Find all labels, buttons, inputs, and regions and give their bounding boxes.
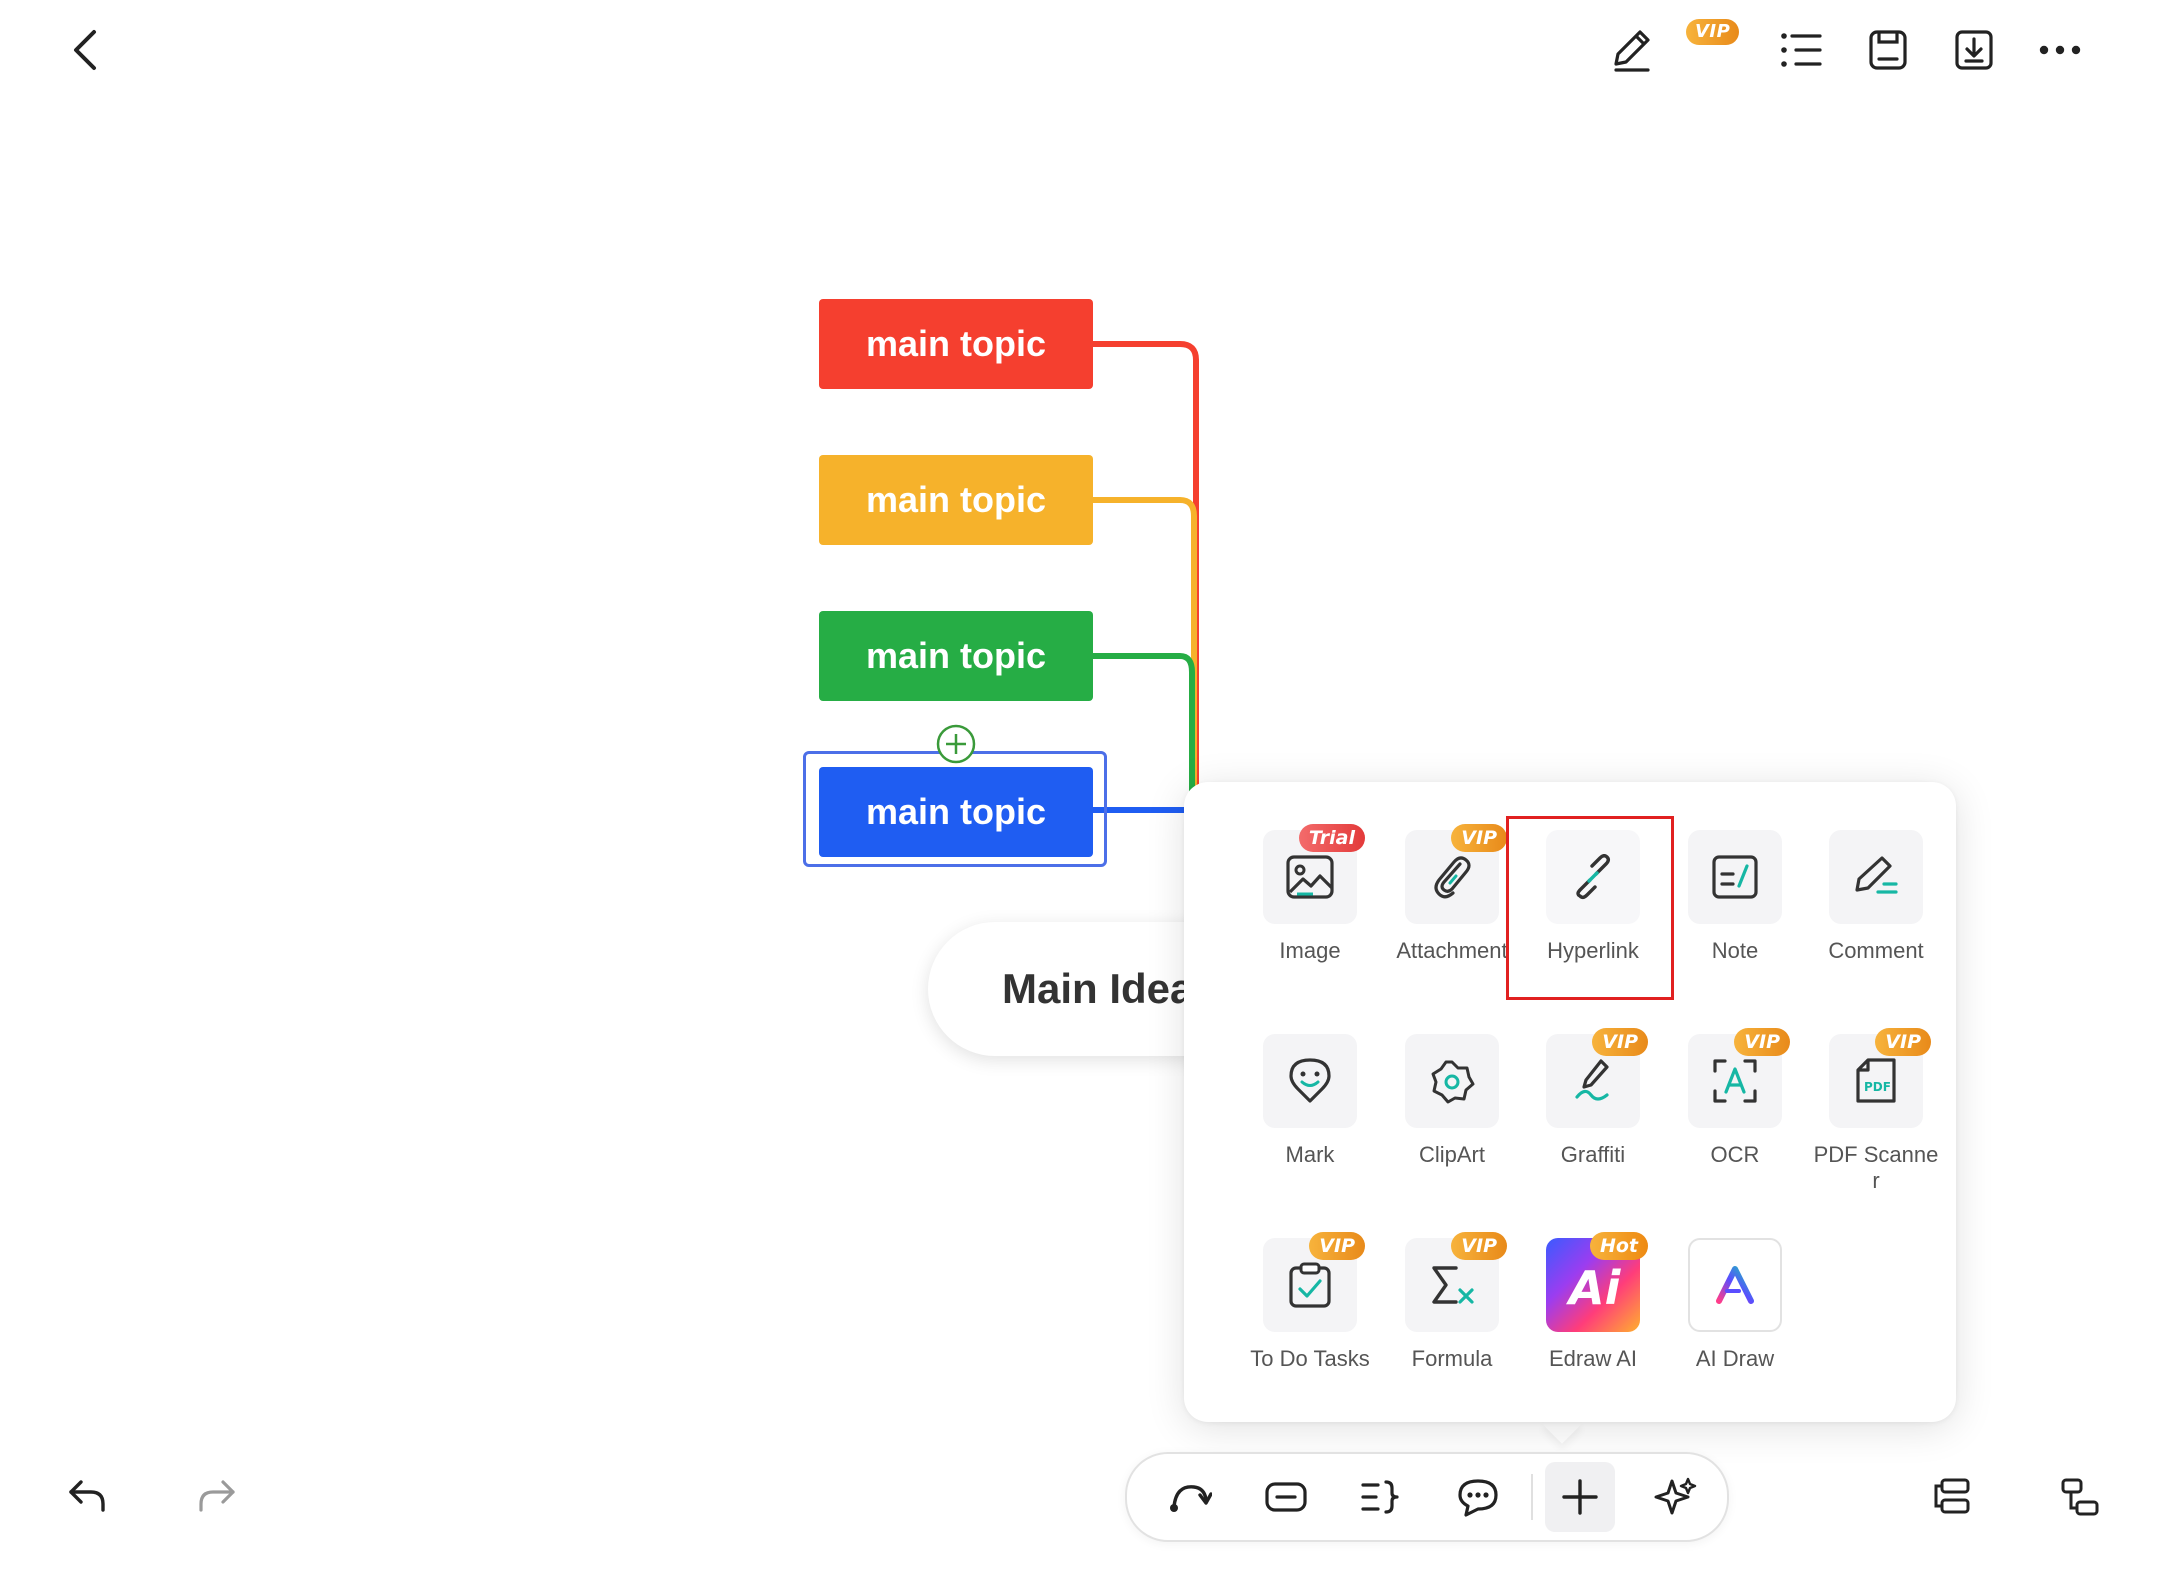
insert-edraw-ai[interactable]: Ai Hot Edraw AI	[1523, 1232, 1663, 1372]
vip-badge: VIP	[1451, 824, 1507, 852]
vip-badge: VIP	[1875, 1028, 1931, 1056]
tile-label: Graffiti	[1560, 1142, 1626, 1167]
add-subtopic-icon[interactable]	[935, 723, 977, 765]
insert-ocr[interactable]: VIP OCR	[1665, 1028, 1805, 1168]
tile-label: Image	[1279, 938, 1341, 963]
undo-icon[interactable]	[60, 1468, 116, 1524]
ocr-icon	[1711, 1057, 1759, 1105]
vip-badge: VIP	[1734, 1028, 1790, 1056]
comment-pen-icon	[1852, 854, 1900, 900]
topic-label: main topic	[865, 791, 1047, 832]
structure-icon[interactable]	[2052, 1468, 2108, 1524]
bottom-toolbar	[1125, 1452, 1729, 1542]
summary-icon[interactable]	[1347, 1462, 1417, 1532]
insert-image[interactable]: Trial Image	[1240, 824, 1380, 964]
main-topic-yellow[interactable]: main topic	[819, 455, 1093, 545]
central-topic-label: Main Idea	[1002, 965, 1194, 1012]
insert-clipart[interactable]: ClipArt	[1382, 1034, 1522, 1168]
topic-label: main topic	[865, 323, 1047, 364]
relationship-icon[interactable]	[1155, 1462, 1225, 1532]
note-icon	[1711, 854, 1759, 900]
tile-label: ClipArt	[1418, 1142, 1485, 1167]
insert-graffiti[interactable]: VIP Graffiti	[1523, 1028, 1663, 1168]
insert-icon[interactable]	[1545, 1462, 1615, 1532]
insert-todo-tasks[interactable]: VIP To Do Tasks	[1240, 1232, 1380, 1372]
tile-label: Comment	[1828, 938, 1924, 963]
toolbar-divider	[1531, 1474, 1533, 1520]
ai-draw-icon	[1713, 1263, 1757, 1307]
svg-text:Ai: Ai	[1566, 1261, 1622, 1310]
vip-badge: VIP	[1309, 1232, 1365, 1260]
trial-badge: Trial	[1298, 824, 1365, 852]
graffiti-icon	[1571, 1057, 1615, 1105]
insert-ai-draw[interactable]: AI Draw	[1665, 1238, 1805, 1372]
tile-label: Note	[1711, 938, 1759, 963]
topic-label: main topic	[865, 479, 1047, 520]
formula-icon	[1428, 1262, 1476, 1308]
insert-attachment[interactable]: VIP Attachment	[1382, 824, 1522, 964]
insert-pdf-scanner[interactable]: PDF VIP PDF Scanner	[1806, 1028, 1946, 1194]
main-topic-green[interactable]: main topic	[819, 611, 1093, 701]
pdf-icon: PDF	[1854, 1057, 1898, 1105]
highlight-box	[1506, 816, 1674, 1000]
main-topic-blue-selected[interactable]: main topic	[819, 767, 1093, 857]
vip-badge: VIP	[1592, 1028, 1648, 1056]
topic-icon[interactable]	[1251, 1462, 1321, 1532]
tile-label: To Do Tasks	[1250, 1346, 1370, 1371]
edraw-ai-icon: Ai	[1563, 1260, 1623, 1310]
paperclip-icon	[1430, 852, 1474, 902]
tile-label: Mark	[1285, 1142, 1335, 1167]
tile-label: Formula	[1411, 1346, 1493, 1371]
insert-panel: Trial Image VIP Attachment Hyperlink Not…	[1184, 782, 1956, 1422]
tile-label: AI Draw	[1695, 1346, 1775, 1371]
image-icon	[1285, 854, 1335, 900]
insert-formula[interactable]: VIP Formula	[1382, 1232, 1522, 1372]
tile-label: PDF Scanner	[1813, 1142, 1939, 1193]
clipart-icon	[1429, 1058, 1475, 1104]
insert-note[interactable]: Note	[1665, 830, 1805, 964]
mark-icon	[1288, 1057, 1332, 1105]
tile-label: Attachment	[1396, 938, 1508, 963]
main-topic-red[interactable]: main topic	[819, 299, 1093, 389]
vip-badge: VIP	[1451, 1232, 1507, 1260]
svg-text:PDF: PDF	[1864, 1080, 1891, 1094]
insert-comment[interactable]: Comment	[1806, 830, 1946, 964]
redo-icon[interactable]	[188, 1468, 244, 1524]
todo-icon	[1288, 1261, 1332, 1309]
insert-mark[interactable]: Mark	[1240, 1034, 1380, 1168]
layout-icon[interactable]	[1924, 1468, 1980, 1524]
hot-badge: Hot	[1589, 1232, 1648, 1260]
topic-label: main topic	[865, 635, 1047, 676]
tile-label: Edraw AI	[1548, 1346, 1638, 1371]
ai-sparkle-icon[interactable]	[1641, 1462, 1711, 1532]
tile-label: OCR	[1710, 1142, 1760, 1167]
callout-icon[interactable]	[1443, 1462, 1513, 1532]
